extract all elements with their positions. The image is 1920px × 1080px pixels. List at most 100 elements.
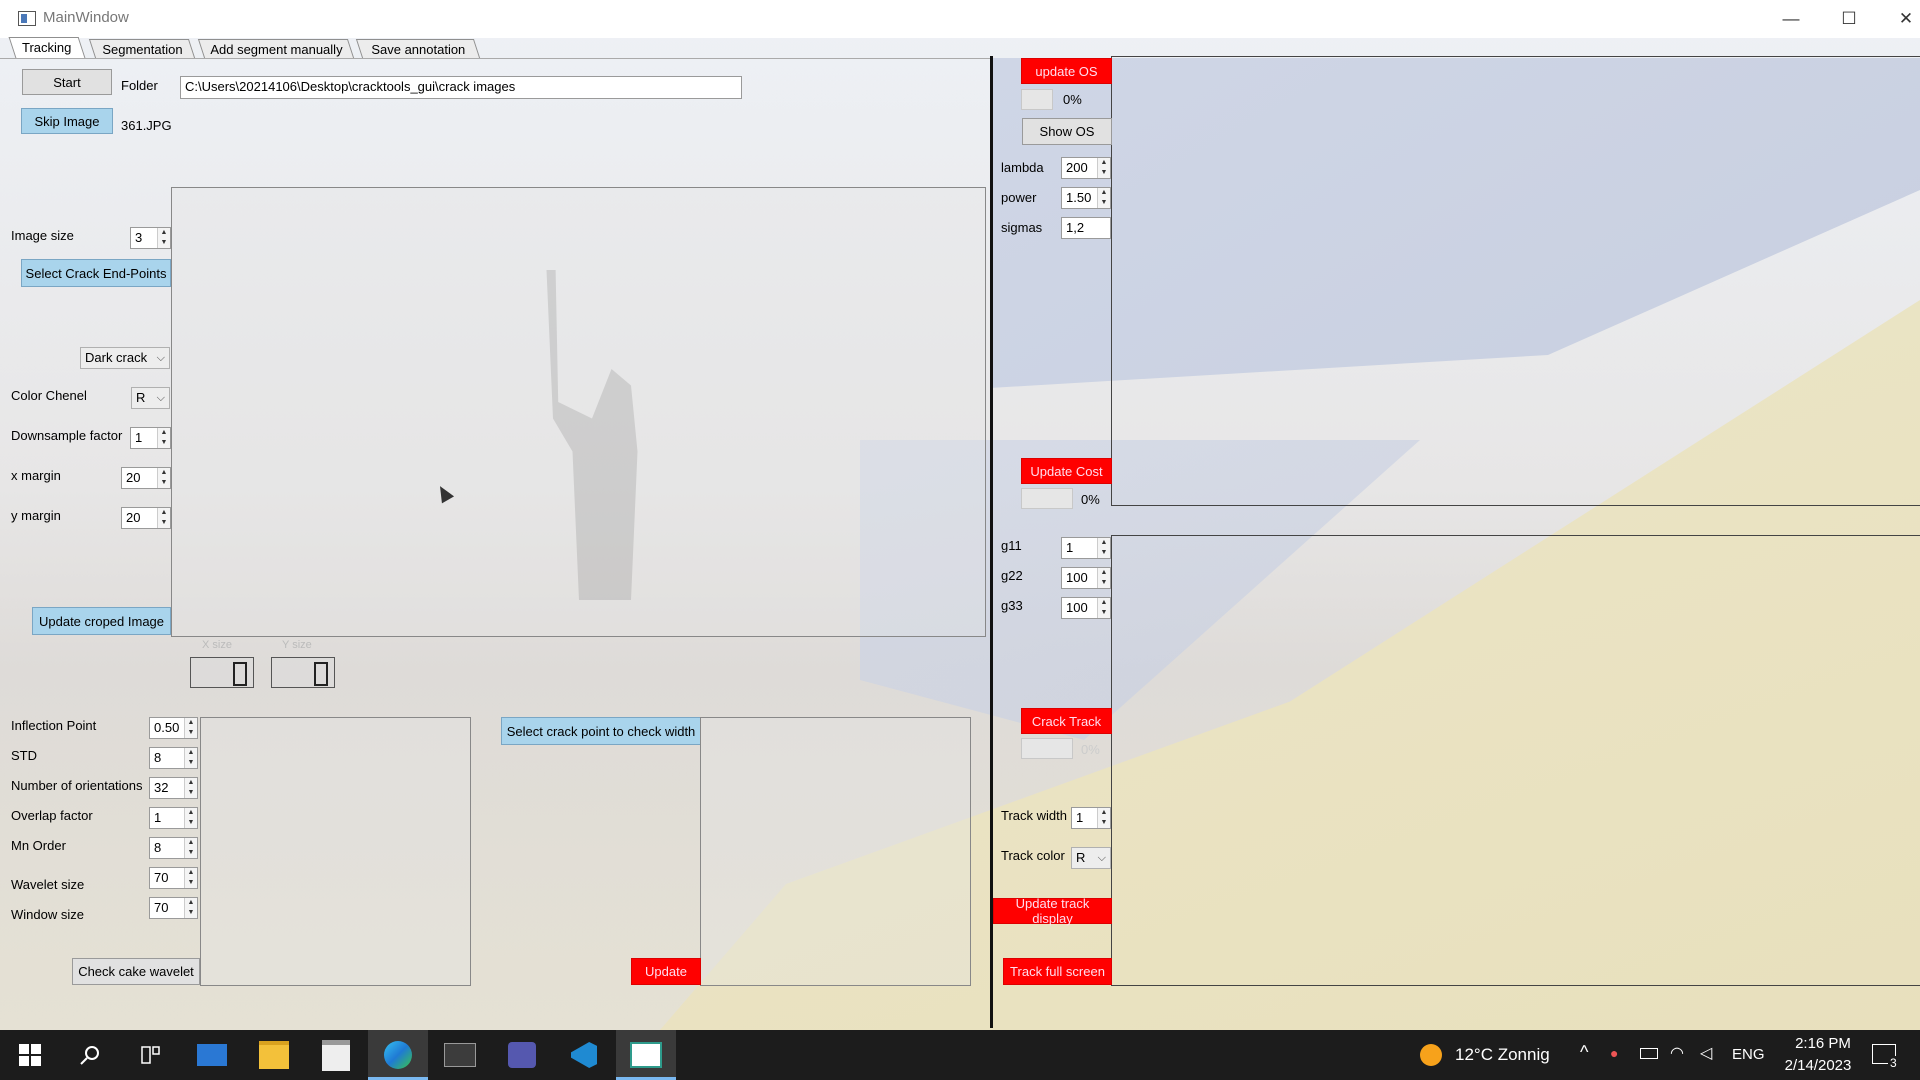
volume-icon[interactable]: ◁ xyxy=(1700,1043,1712,1063)
os-progress-bar xyxy=(1021,89,1053,110)
power-label: power xyxy=(1001,190,1037,205)
show-os-button[interactable]: Show OS xyxy=(1022,118,1112,145)
maximize-button[interactable]: ☐ xyxy=(1820,0,1878,38)
y-margin-label: y margin xyxy=(11,508,61,523)
window-size-spinbox[interactable]: 70 ▲ ▼ xyxy=(149,897,198,919)
spin-arrows-icon[interactable]: ▲ ▼ xyxy=(1097,568,1110,588)
sigmas-field[interactable]: 1,2 xyxy=(1061,217,1111,239)
start-button[interactable]: Start xyxy=(22,69,112,95)
crack-type-select[interactable]: Dark crack ⌵ xyxy=(80,347,170,369)
chevron-up-icon[interactable]: ^ xyxy=(1580,1042,1588,1063)
overlap-spinbox[interactable]: 1 ▲ ▼ xyxy=(149,807,198,829)
spin-arrows-icon[interactable]: ▲ ▼ xyxy=(157,508,170,528)
update-track-display-button[interactable]: Update track display xyxy=(993,896,1112,926)
select-crack-point-button[interactable]: Select crack point to check width xyxy=(501,717,701,745)
clock-date[interactable]: 2/14/2023 xyxy=(1776,1057,1860,1074)
spin-arrows-icon[interactable]: ▲ ▼ xyxy=(184,718,197,738)
python-app-icon[interactable] xyxy=(616,1030,676,1080)
x-size-label: X size xyxy=(202,639,232,651)
window-title: MainWindow xyxy=(43,9,129,26)
g33-spinbox[interactable]: 100 ▲ ▼ xyxy=(1061,597,1111,619)
skip-image-button[interactable]: Skip Image xyxy=(21,108,113,134)
tab-add-segment[interactable]: Add segment manually xyxy=(197,39,355,58)
battery-icon[interactable] xyxy=(1640,1048,1658,1059)
store-icon[interactable] xyxy=(306,1030,366,1080)
lambda-spinbox[interactable]: 200 ▲ ▼ xyxy=(1061,157,1111,179)
language-indicator[interactable]: ENG xyxy=(1732,1046,1765,1063)
x-size-lcd xyxy=(190,657,254,688)
y-margin-spinbox[interactable]: 20 ▲ ▼ xyxy=(121,507,171,529)
spin-arrows-icon[interactable]: ▲ ▼ xyxy=(1097,158,1110,178)
search-icon[interactable] xyxy=(60,1030,120,1080)
edge-browser-icon[interactable] xyxy=(368,1030,428,1080)
image-size-spinbox[interactable]: 3 ▲ ▼ xyxy=(130,227,171,249)
track-color-label: Track color xyxy=(1001,848,1065,863)
task-view-icon[interactable] xyxy=(120,1030,180,1080)
tab-tracking[interactable]: Tracking xyxy=(8,37,86,58)
power-spinbox[interactable]: 1.50 ▲ ▼ xyxy=(1061,187,1111,209)
tab-segmentation[interactable]: Segmentation xyxy=(88,39,196,58)
track-progress-bar xyxy=(1021,738,1073,759)
orientations-spinbox[interactable]: 32 ▲ ▼ xyxy=(149,777,198,799)
terminal-icon[interactable] xyxy=(430,1030,490,1080)
tab-divider xyxy=(0,58,990,59)
tab-save-annotation[interactable]: Save annotation xyxy=(355,39,481,58)
mail-icon[interactable] xyxy=(182,1030,242,1080)
wavelet-size-spinbox[interactable]: 70 ▲ ▼ xyxy=(149,867,198,889)
spin-arrows-icon[interactable]: ▲ ▼ xyxy=(184,778,197,798)
update-os-button[interactable]: update OS xyxy=(1021,58,1112,84)
file-explorer-icon[interactable] xyxy=(244,1030,304,1080)
spin-arrows-icon[interactable]: ▲ ▼ xyxy=(184,748,197,768)
spin-arrows-icon[interactable]: ▲ ▼ xyxy=(184,808,197,828)
spin-arrows-icon[interactable]: ▲ ▼ xyxy=(184,898,197,918)
spin-arrows-icon[interactable]: ▲ ▼ xyxy=(157,428,170,448)
clock-time[interactable]: 2:16 PM xyxy=(1788,1035,1858,1052)
x-margin-spinbox[interactable]: 20 ▲ ▼ xyxy=(121,467,171,489)
mn-order-label: Mn Order xyxy=(11,838,66,853)
weather-sun-icon[interactable] xyxy=(1420,1044,1442,1066)
title-bar xyxy=(0,0,1920,38)
chevron-down-icon: ⌵ xyxy=(156,352,165,364)
spin-arrows-icon[interactable]: ▲ ▼ xyxy=(157,468,170,488)
start-menu-icon[interactable] xyxy=(0,1030,60,1080)
track-full-screen-button[interactable]: Track full screen xyxy=(1003,958,1112,985)
spin-arrows-icon[interactable]: ▲ ▼ xyxy=(1097,808,1110,828)
g11-spinbox[interactable]: 1 ▲ ▼ xyxy=(1061,537,1111,559)
check-cake-wavelet-button[interactable]: Check cake wavelet xyxy=(72,958,200,985)
update-cropped-image-button[interactable]: Update croped Image xyxy=(32,607,171,635)
vscode-icon[interactable] xyxy=(554,1030,614,1080)
wavelet-preview-panel xyxy=(200,717,471,986)
weather-text[interactable]: 12°C Zonnig xyxy=(1455,1045,1550,1065)
window-size-label: Window size xyxy=(11,907,84,922)
inflection-spinbox[interactable]: 0.50 ▲ ▼ xyxy=(149,717,198,739)
track-width-spinbox[interactable]: 1 ▲ ▼ xyxy=(1071,807,1111,829)
teams-icon[interactable] xyxy=(492,1030,552,1080)
color-chenel-select[interactable]: R ⌵ xyxy=(131,387,170,409)
width-preview-panel xyxy=(700,717,971,986)
g22-spinbox[interactable]: 100 ▲ ▼ xyxy=(1061,567,1111,589)
downsample-spinbox[interactable]: 1 ▲ ▼ xyxy=(130,427,171,449)
update-width-button[interactable]: Update xyxy=(631,958,701,985)
spin-arrows-icon[interactable]: ▲ ▼ xyxy=(184,868,197,888)
wifi-icon[interactable]: ◠ xyxy=(1670,1043,1684,1063)
crack-track-button[interactable]: Crack Track xyxy=(1021,708,1112,734)
close-button[interactable]: ✕ xyxy=(1877,0,1920,38)
folder-path-field[interactable]: C:\Users\20214106\Desktop\cracktools_gui… xyxy=(180,76,742,99)
spin-arrows-icon[interactable]: ▲ ▼ xyxy=(1097,188,1110,208)
chevron-down-icon: ⌵ xyxy=(1097,852,1106,864)
spin-arrows-icon[interactable]: ▲ ▼ xyxy=(1097,598,1110,618)
track-color-select[interactable]: R ⌵ xyxy=(1071,847,1111,869)
std-spinbox[interactable]: 8 ▲ ▼ xyxy=(149,747,198,769)
orientation-score-panel xyxy=(1111,56,1920,506)
spin-arrows-icon[interactable]: ▲ ▼ xyxy=(184,838,197,858)
spin-arrows-icon[interactable]: ▲ ▼ xyxy=(1097,538,1110,558)
mn-order-spinbox[interactable]: 8 ▲ ▼ xyxy=(149,837,198,859)
overlap-label: Overlap factor xyxy=(11,808,93,823)
security-alert-icon[interactable]: ● xyxy=(1610,1045,1618,1061)
select-crack-endpoints-button[interactable]: Select Crack End-Points xyxy=(21,259,171,287)
vertical-splitter[interactable] xyxy=(990,56,993,1028)
update-cost-button[interactable]: Update Cost xyxy=(1021,458,1112,484)
spin-arrows-icon[interactable]: ▲ ▼ xyxy=(157,228,170,248)
g22-label: g22 xyxy=(1001,568,1023,583)
minimize-button[interactable]: — xyxy=(1762,0,1820,38)
